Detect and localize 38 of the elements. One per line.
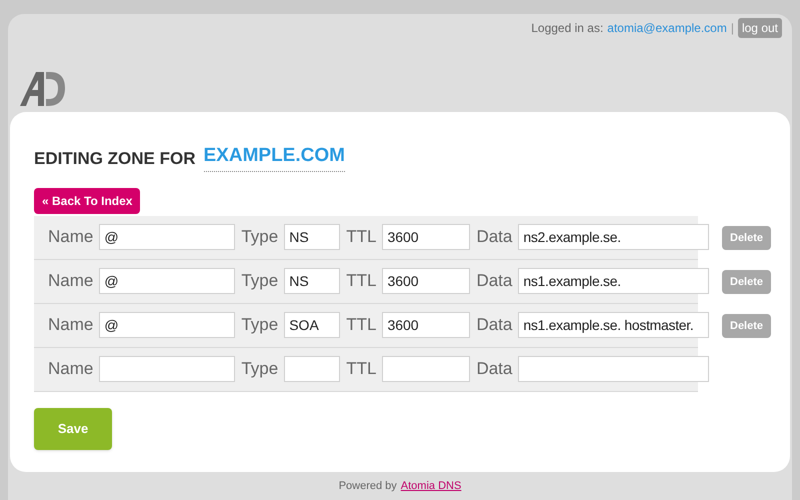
input-field[interactable]: ns1.example.se. hostmaster.: [518, 312, 710, 338]
input-field[interactable]: NS: [284, 268, 340, 294]
input-field[interactable]: 3600: [382, 312, 470, 338]
input-field[interactable]: ns2.example.se.: [518, 224, 710, 250]
field-label: Data: [476, 358, 512, 380]
input-field[interactable]: [99, 356, 236, 382]
input-field[interactable]: ns1.example.se.: [518, 268, 710, 294]
separator: |: [730, 20, 734, 37]
input-field[interactable]: 3600: [382, 268, 470, 294]
input-field[interactable]: [382, 356, 470, 382]
input-field[interactable]: [284, 356, 340, 382]
field-label: Data: [476, 270, 512, 292]
input-field[interactable]: [518, 356, 710, 382]
field-label: Name: [48, 226, 94, 248]
field-label: TTL: [346, 226, 376, 248]
field-label: TTL: [346, 314, 376, 336]
atomia-dns-link[interactable]: Atomia DNS: [400, 478, 462, 494]
field-label: Data: [476, 226, 512, 248]
page-title: EDITING ZONE FOR: [34, 148, 196, 170]
powered-by-label: Powered by: [338, 478, 397, 494]
input-field[interactable]: 3600: [382, 224, 470, 250]
field-label: Type: [241, 270, 278, 292]
input-field[interactable]: @: [99, 268, 236, 294]
field-label: Data: [476, 314, 512, 336]
field-label: Type: [241, 226, 278, 248]
field-label: TTL: [346, 358, 376, 380]
logged-in-label: Logged in as:: [531, 20, 604, 37]
input-field[interactable]: @: [99, 312, 236, 338]
input-field[interactable]: NS: [284, 224, 340, 250]
field-label: Type: [241, 358, 278, 380]
input-field[interactable]: SOA: [284, 312, 340, 338]
input-field[interactable]: @: [99, 224, 236, 250]
field-label: Name: [48, 358, 94, 380]
field-label: Name: [48, 270, 94, 292]
field-label: TTL: [346, 270, 376, 292]
field-label: Type: [241, 314, 278, 336]
field-label: Name: [48, 314, 94, 336]
back-button[interactable]: « Back To Index: [34, 188, 140, 214]
